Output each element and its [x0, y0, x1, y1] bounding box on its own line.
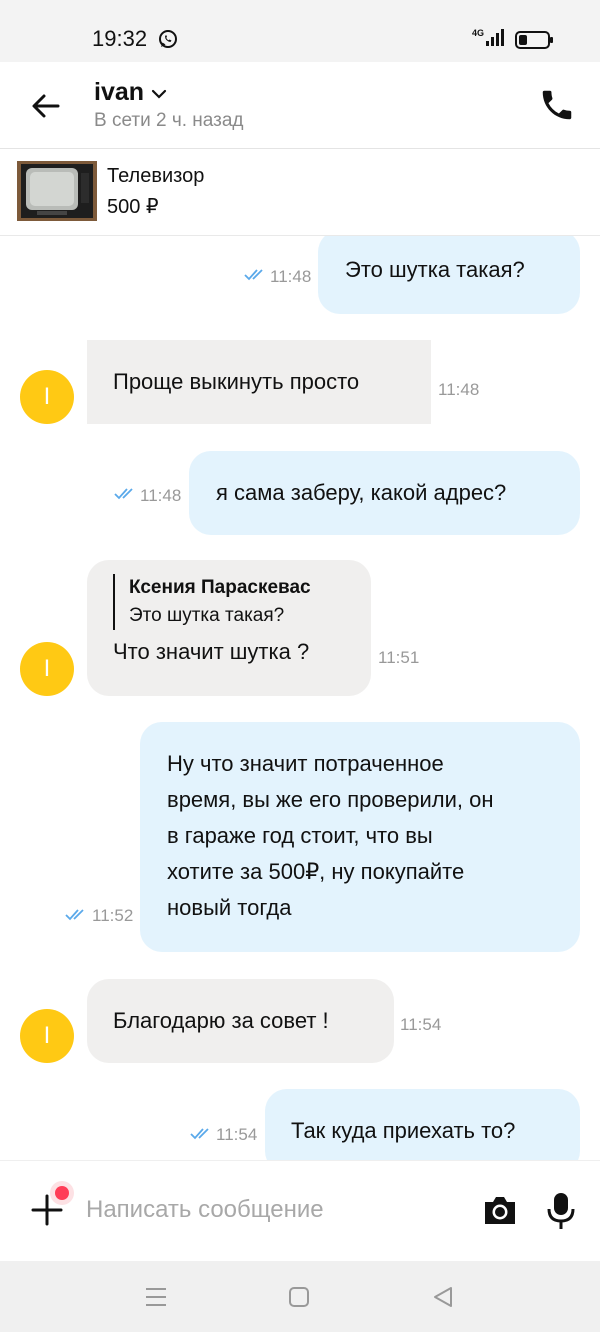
microphone-icon[interactable]: [546, 1191, 576, 1236]
message-text: Благодарю за совет !: [113, 1008, 329, 1033]
message-input-bar: [0, 1160, 600, 1261]
message-time: 11:51: [378, 648, 420, 667]
back-arrow-icon[interactable]: [30, 90, 62, 127]
message-text-line: в гараже год стоит, что вы: [167, 823, 433, 848]
status-bar: 19:32 4G: [0, 0, 600, 62]
quote-author: Ксения Параскевас: [129, 577, 311, 598]
message-bubble[interactable]: Ксения Параскевас Это шутка такая? Что з…: [87, 560, 371, 696]
message-text-line: хотите за 500₽, ну покупайте: [167, 859, 465, 884]
message-bubble[interactable]: Благодарю за совет !: [87, 979, 394, 1063]
avatar[interactable]: I: [20, 1009, 74, 1063]
message-outgoing: 11:48 Это шутка такая?: [0, 236, 600, 316]
message-time: 11:54: [400, 1015, 442, 1034]
system-nav-bar: [0, 1261, 600, 1332]
message-outgoing: 11:52 Ну что значит потраченное время, в…: [0, 722, 600, 952]
message-bubble[interactable]: Ну что значит потраченное время, вы же е…: [140, 722, 580, 952]
chat-messages[interactable]: 11:48 Это шутка такая? I Проще выкинуть …: [0, 236, 600, 1160]
nav-menu-icon[interactable]: [145, 1286, 167, 1313]
message-outgoing: 11:48 я сама заберу, какой адрес?: [0, 451, 600, 535]
phone-icon[interactable]: [538, 86, 576, 129]
battery-icon: [515, 30, 555, 55]
message-bubble[interactable]: Это шутка такая?: [318, 236, 580, 314]
message-outgoing: 11:54 Так куда приехать то?: [0, 1089, 600, 1160]
message-time: 11:48: [438, 380, 480, 399]
quote-text: Это шутка такая?: [129, 605, 285, 626]
message-incoming: I Благодарю за совет ! 11:54: [0, 979, 600, 1063]
product-title: Телевизор: [107, 165, 205, 187]
camera-icon[interactable]: [482, 1193, 518, 1232]
svg-text:4G: 4G: [472, 28, 484, 38]
message-text-line: время, вы же его проверили, он: [167, 787, 494, 812]
double-check-icon: [65, 908, 89, 927]
product-bar[interactable]: Телевизор 500 ₽: [0, 149, 600, 236]
message-input[interactable]: [84, 1189, 468, 1231]
avatar[interactable]: I: [20, 642, 74, 696]
reply-quote[interactable]: Ксения Параскевас Это шутка такая?: [113, 574, 371, 630]
message-bubble[interactable]: Так куда приехать то?: [265, 1089, 580, 1160]
product-thumbnail[interactable]: [17, 161, 97, 221]
message-incoming: I Ксения Параскевас Это шутка такая? Что…: [0, 560, 600, 696]
nav-back-icon[interactable]: [432, 1286, 454, 1313]
message-time: 11:54: [216, 1125, 258, 1144]
message-text: Так куда приехать то?: [291, 1118, 516, 1143]
message-incoming: I Проще выкинуть просто 11:48: [0, 340, 600, 424]
chevron-down-icon[interactable]: [151, 87, 167, 105]
message-bubble[interactable]: я сама заберу, какой адрес?: [189, 451, 580, 535]
message-text: я сама заберу, какой адрес?: [216, 480, 507, 505]
message-bubble[interactable]: Проще выкинуть просто: [87, 340, 431, 424]
message-time: 11:48: [270, 267, 312, 286]
message-text: Проще выкинуть просто: [113, 369, 360, 394]
notification-dot: [55, 1186, 69, 1200]
double-check-icon: [190, 1127, 214, 1146]
message-text-line: Ну что значит потраченное: [167, 751, 444, 776]
double-check-icon: [114, 487, 138, 506]
message-text-line: новый тогда: [167, 895, 292, 920]
message-text: Это шутка такая?: [345, 257, 525, 282]
message-time: 11:52: [92, 906, 134, 925]
whatsapp-icon: [158, 29, 178, 54]
message-time: 11:48: [140, 486, 182, 505]
contact-name[interactable]: ivan: [94, 78, 144, 107]
chat-header: ivan В сети 2 ч. назад: [0, 62, 600, 149]
network-signal-icon: 4G: [472, 27, 508, 52]
avatar[interactable]: I: [20, 370, 74, 424]
product-price: 500 ₽: [107, 196, 159, 218]
contact-status: В сети 2 ч. назад: [94, 110, 244, 131]
message-text: Что значит шутка ?: [113, 639, 310, 664]
nav-home-icon[interactable]: [288, 1286, 310, 1313]
status-time: 19:32: [92, 26, 148, 51]
double-check-icon: [244, 268, 268, 287]
